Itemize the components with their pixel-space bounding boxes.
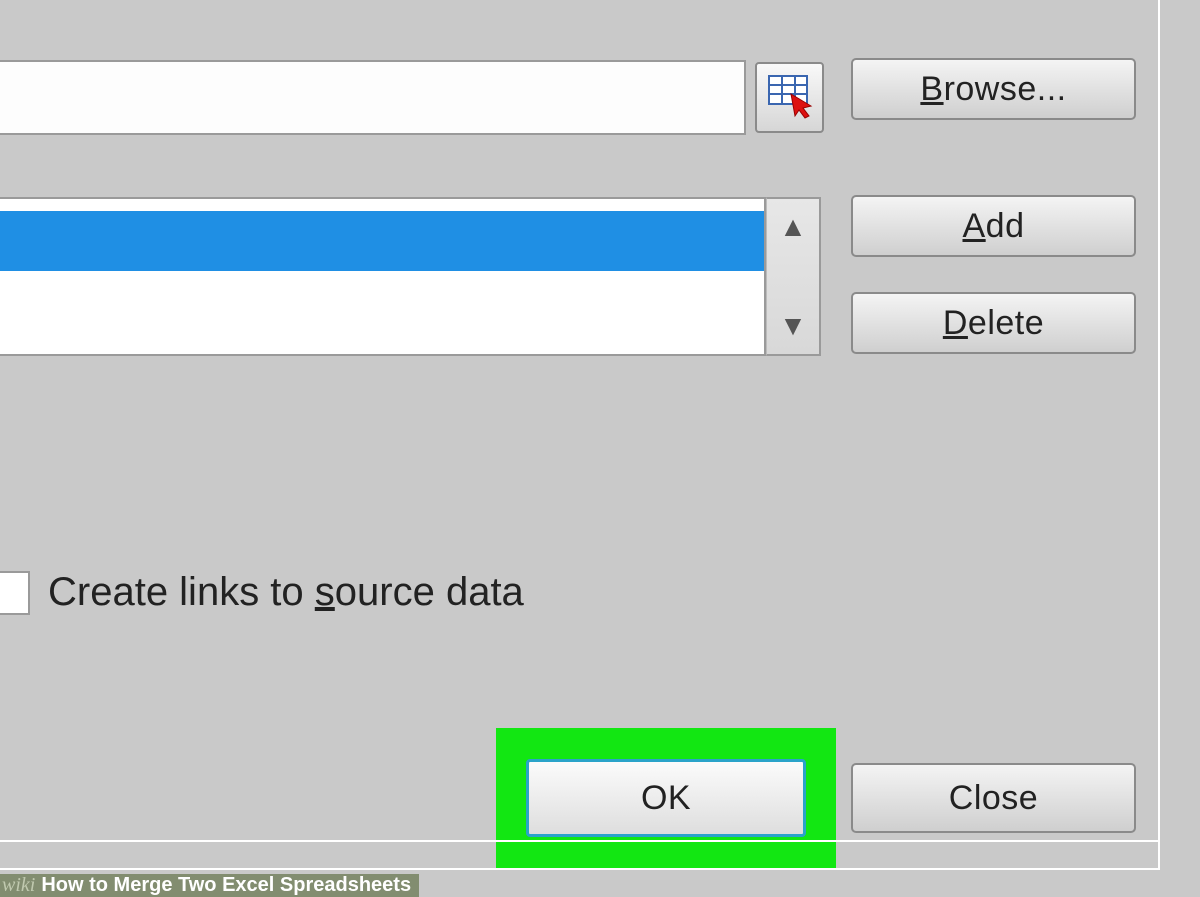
listbox-scrollbar[interactable]: ▲ ▼ [766,197,821,356]
browse-button[interactable]: Browse... [851,58,1136,120]
create-links-checkbox[interactable] [0,571,30,615]
create-links-row: Create links to source data [0,570,524,615]
create-links-label: Create links to source data [48,570,524,615]
watermark-text: How to Merge Two Excel Spreadsheets [39,874,419,897]
ok-button[interactable]: OK [526,759,806,837]
watermark-bar: wiki How to Merge Two Excel Spreadsheets [0,873,1200,897]
reference-input[interactable] [0,60,746,135]
scroll-up-icon[interactable]: ▲ [767,199,819,255]
ok-button-label: OK [641,779,691,818]
references-listbox[interactable] [0,197,766,356]
delete-button[interactable]: Delete [851,292,1136,354]
add-button-label: Add [962,207,1024,246]
table-pointer-icon [765,70,815,125]
watermark-logo: wiki [0,874,39,897]
close-button-label: Close [949,779,1038,818]
consolidate-dialog: Browse... ▲ ▼ Add Delete Create links to… [0,0,1160,870]
range-selector-button[interactable] [755,62,824,133]
browse-button-label: Browse... [920,70,1066,109]
add-button[interactable]: Add [851,195,1136,257]
scroll-down-icon[interactable]: ▼ [767,298,819,354]
selected-reference-row[interactable] [0,211,764,271]
background-strip [1160,0,1200,897]
ok-highlight: OK [496,728,836,868]
delete-button-label: Delete [943,304,1044,343]
close-button[interactable]: Close [851,763,1136,833]
dialog-bottom-edge [0,840,1160,842]
